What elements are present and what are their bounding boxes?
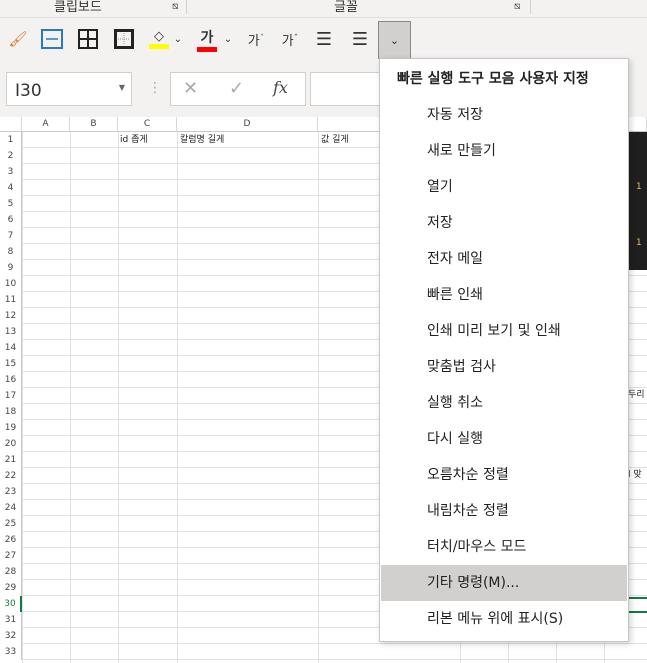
dialog-launcher-icon[interactable]: ⧅ xyxy=(172,1,178,12)
row-header[interactable]: 27 xyxy=(0,548,22,564)
align-center-icon[interactable]: ☰ xyxy=(348,24,372,54)
row-header[interactable]: 25 xyxy=(0,516,22,532)
cell-fragment: l 맞 xyxy=(628,470,642,480)
row-header[interactable]: 10 xyxy=(0,276,22,292)
menu-item[interactable]: 리본 메뉴 위에 표시(S) xyxy=(381,601,627,637)
column-header[interactable]: C xyxy=(118,117,177,132)
menu-item[interactable]: 빠른 인쇄 xyxy=(381,277,627,313)
menu-item[interactable]: 내림차순 정렬 xyxy=(381,493,627,529)
formula-buttons: ✕ ✓ fx xyxy=(170,72,306,106)
format-painter-icon[interactable]: 🖌 xyxy=(6,24,30,54)
row-header[interactable]: 13 xyxy=(0,324,22,340)
select-all-corner[interactable] xyxy=(0,117,22,132)
cell-fragment: 두리 xyxy=(628,390,645,400)
cell-C1[interactable]: id 좁게 xyxy=(120,132,148,148)
menu-item[interactable]: 맞춤법 검사 xyxy=(381,349,627,385)
row-header[interactable]: 3 xyxy=(0,164,22,180)
row-header[interactable]: 22 xyxy=(0,468,22,484)
group-label-font: 글꼴 xyxy=(334,0,358,15)
row-header[interactable]: 17 xyxy=(0,388,22,404)
cell-E1[interactable]: 값 길게 xyxy=(321,132,349,148)
row-header[interactable]: 32 xyxy=(0,628,22,644)
fill-color-icon[interactable]: ◇ xyxy=(148,24,170,54)
formula-input[interactable] xyxy=(310,72,390,106)
menu-item[interactable]: 저장 xyxy=(381,205,627,241)
row-header[interactable]: 5 xyxy=(0,196,22,212)
row-header[interactable]: 30 xyxy=(0,596,22,612)
cell-D1[interactable]: 칼럼명 길게 xyxy=(180,132,224,148)
menu-item[interactable]: 다시 실행 xyxy=(381,421,627,457)
decrease-font-size-icon[interactable]: 가ˇ xyxy=(244,24,268,54)
drag-handle-icon[interactable]: ⋮ xyxy=(148,80,162,96)
row-header[interactable]: 9 xyxy=(0,260,22,276)
row-header[interactable]: 11 xyxy=(0,292,22,308)
chevron-down-icon[interactable]: ⌄ xyxy=(222,24,234,54)
cancel-icon[interactable]: ✕ xyxy=(183,78,198,99)
name-box[interactable]: I30 ▼ xyxy=(6,72,132,106)
row-header[interactable]: 2 xyxy=(0,148,22,164)
row-header[interactable]: 8 xyxy=(0,244,22,260)
increase-font-size-icon[interactable]: 가ˆ xyxy=(278,24,302,54)
font-color-icon[interactable]: 가 xyxy=(196,24,218,54)
row-header[interactable]: 23 xyxy=(0,484,22,500)
customize-toolbar-menu: 빠른 실행 도구 모음 사용자 지정 자동 저장 새로 만들기 열기 저장 전자 메일 빠… xyxy=(379,58,629,642)
row-header[interactable]: 6 xyxy=(0,212,22,228)
row-header[interactable]: 14 xyxy=(0,340,22,356)
menu-item[interactable]: 기타 명령(M)... xyxy=(381,565,627,601)
row-header[interactable]: 12 xyxy=(0,308,22,324)
row-header[interactable]: 33 xyxy=(0,644,22,660)
outside-borders-icon[interactable] xyxy=(112,24,136,54)
insert-function-icon[interactable]: fx xyxy=(273,78,288,97)
chevron-down-icon[interactable]: ▼ xyxy=(119,83,125,92)
selected-cell-I30[interactable] xyxy=(628,597,647,613)
merge-center-icon[interactable] xyxy=(40,24,64,54)
row-header[interactable]: 28 xyxy=(0,564,22,580)
ribbon-group-labels: 클립보드 ⧅ 글꼴 ⧅ xyxy=(0,0,647,17)
row-header[interactable]: 19 xyxy=(0,420,22,436)
group-label-clipboard: 클립보드 xyxy=(54,0,102,15)
sheet-row: 33 xyxy=(0,644,647,660)
row-header[interactable]: 18 xyxy=(0,404,22,420)
row-header[interactable]: 1 xyxy=(0,132,22,148)
row-header[interactable]: 7 xyxy=(0,228,22,244)
menu-item[interactable]: 터치/마우스 모드 xyxy=(381,529,627,565)
row-header[interactable]: 29 xyxy=(0,580,22,596)
chevron-down-icon[interactable]: ⌄ xyxy=(172,24,184,54)
column-header[interactable]: B xyxy=(70,117,118,132)
row-header[interactable]: 15 xyxy=(0,356,22,372)
quick-access-toolbar: 🖌 ◇ ⌄ 가 ⌄ 가ˇ 가ˆ ☰ ☰ ⌄ xyxy=(0,17,647,60)
customize-toolbar-button[interactable]: ⌄ xyxy=(378,21,411,59)
row-header[interactable]: 16 xyxy=(0,372,22,388)
menu-item[interactable]: 열기 xyxy=(381,169,627,205)
align-left-icon[interactable]: ☰ xyxy=(312,24,336,54)
row-header[interactable]: 24 xyxy=(0,500,22,516)
row-header[interactable]: 26 xyxy=(0,532,22,548)
all-borders-icon[interactable] xyxy=(76,24,100,54)
dialog-launcher-icon[interactable]: ⧅ xyxy=(514,1,520,12)
row-header[interactable]: 21 xyxy=(0,452,22,468)
menu-item[interactable]: 실행 취소 xyxy=(381,385,627,421)
menu-item[interactable]: 인쇄 미리 보기 및 인쇄 xyxy=(381,313,627,349)
embedded-dark-panel: 1 1 xyxy=(628,132,647,270)
menu-item[interactable]: 오름차순 정렬 xyxy=(381,457,627,493)
enter-icon[interactable]: ✓ xyxy=(229,78,244,99)
row-header[interactable]: 20 xyxy=(0,436,22,452)
menu-item[interactable]: 자동 저장 xyxy=(381,97,627,133)
menu-item[interactable]: 새로 만들기 xyxy=(381,133,627,169)
row-header[interactable]: 4 xyxy=(0,180,22,196)
menu-title: 빠른 실행 도구 모음 사용자 지정 xyxy=(397,71,589,87)
menu-item[interactable]: 전자 메일 xyxy=(381,241,627,277)
row-header[interactable]: 31 xyxy=(0,612,22,628)
column-header[interactable]: D xyxy=(177,117,318,132)
column-header[interactable]: A xyxy=(22,117,70,132)
